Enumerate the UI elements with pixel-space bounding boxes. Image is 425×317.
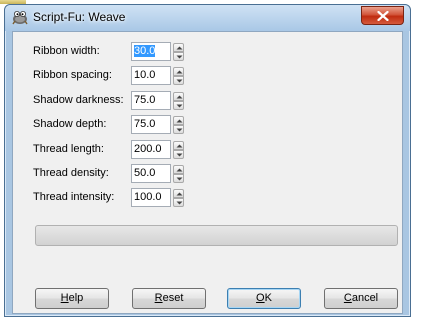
- dialog-window: Script-Fu: Weave Ribbon width: 30.0 Ribbon…: [4, 4, 411, 317]
- title-bar[interactable]: Script-Fu: Weave: [5, 5, 410, 31]
- shadow-darkness-row: Shadow darkness: 75.0: [33, 90, 233, 111]
- help-label: elp: [68, 292, 84, 304]
- cancel-label: ancel: [351, 292, 379, 304]
- shadow-depth-label: Shadow depth:: [33, 118, 107, 131]
- ribbon-spacing-increment-button[interactable]: [173, 67, 184, 77]
- thread-density-increment-button[interactable]: [173, 165, 184, 174]
- ribbon-width-value: 30.0: [134, 45, 156, 57]
- reset-label: eset: [162, 292, 184, 304]
- thread-intensity-spinner: [173, 189, 184, 208]
- ribbon-spacing-input[interactable]: 10.0: [131, 66, 171, 86]
- ribbon-width-row: Ribbon width: 30.0: [33, 42, 233, 62]
- reset-button[interactable]: Reset: [132, 288, 206, 309]
- thread-intensity-input[interactable]: 100.0: [131, 188, 171, 208]
- shadow-darkness-decrement-button[interactable]: [173, 100, 184, 110]
- gimp-wilber-icon: [12, 10, 28, 25]
- close-icon: [377, 11, 389, 21]
- reset-mnemonic: R: [154, 292, 163, 304]
- shadow-darkness-value: 75.0: [134, 93, 156, 106]
- close-button[interactable]: [361, 6, 404, 25]
- shadow-darkness-spinner: [173, 91, 184, 110]
- help-button[interactable]: Help: [35, 288, 109, 309]
- thread-intensity-increment-button[interactable]: [173, 189, 184, 199]
- shadow-depth-increment-button[interactable]: [173, 116, 184, 126]
- thread-length-label: Thread length:: [33, 142, 104, 155]
- ribbon-width-label: Ribbon width:: [33, 45, 100, 57]
- shadow-darkness-input[interactable]: 75.0: [131, 90, 171, 110]
- thread-length-row: Thread length: 200.0: [33, 139, 233, 160]
- ribbon-spacing-value: 10.0: [134, 69, 156, 82]
- ribbon-width-increment-button[interactable]: [173, 43, 184, 52]
- ribbon-spacing-row: Ribbon spacing: 10.0: [33, 66, 233, 86]
- ribbon-width-spinner: [173, 43, 184, 61]
- progress-bar: [35, 225, 398, 246]
- shadow-darkness-increment-button[interactable]: [173, 91, 184, 101]
- thread-density-decrement-button[interactable]: [173, 174, 184, 183]
- window-title: Script-Fu: Weave: [33, 10, 126, 24]
- shadow-darkness-label: Shadow darkness:: [33, 93, 124, 106]
- shadow-depth-spinner: [173, 116, 184, 135]
- shadow-depth-value: 75.0: [134, 118, 156, 131]
- ribbon-width-input[interactable]: 30.0: [131, 42, 171, 61]
- thread-length-spinner: [173, 140, 184, 159]
- thread-intensity-value: 100.0: [134, 191, 162, 204]
- ok-button[interactable]: OK: [227, 288, 301, 309]
- ribbon-spacing-spinner: [173, 67, 184, 86]
- thread-intensity-decrement-button[interactable]: [173, 198, 184, 208]
- shadow-depth-decrement-button[interactable]: [173, 125, 184, 135]
- cancel-mnemonic: C: [343, 292, 352, 304]
- shadow-depth-input[interactable]: 75.0: [131, 115, 171, 135]
- ok-mnemonic: O: [256, 292, 265, 304]
- ok-label: K: [264, 292, 272, 304]
- thread-intensity-label: Thread intensity:: [33, 191, 115, 204]
- ribbon-width-decrement-button[interactable]: [173, 52, 184, 61]
- thread-intensity-row: Thread intensity: 100.0: [33, 188, 233, 208]
- thread-length-value: 200.0: [134, 142, 162, 155]
- thread-density-spinner: [173, 165, 184, 183]
- dialog-content: Ribbon width: 30.0 Ribbon spacing: 10.0 Shad…: [12, 31, 403, 314]
- thread-length-increment-button[interactable]: [173, 140, 184, 150]
- thread-length-decrement-button[interactable]: [173, 149, 184, 159]
- thread-length-input[interactable]: 200.0: [131, 139, 171, 159]
- thread-density-label: Thread density:: [33, 167, 109, 179]
- cancel-button[interactable]: Cancel: [324, 288, 398, 309]
- help-mnemonic: H: [60, 292, 69, 304]
- ribbon-spacing-decrement-button[interactable]: [173, 76, 184, 86]
- ribbon-spacing-label: Ribbon spacing:: [33, 69, 112, 82]
- thread-density-input[interactable]: 50.0: [131, 164, 171, 183]
- shadow-depth-row: Shadow depth: 75.0: [33, 115, 233, 135]
- thread-density-row: Thread density: 50.0: [33, 164, 233, 184]
- thread-density-value: 50.0: [134, 167, 156, 179]
